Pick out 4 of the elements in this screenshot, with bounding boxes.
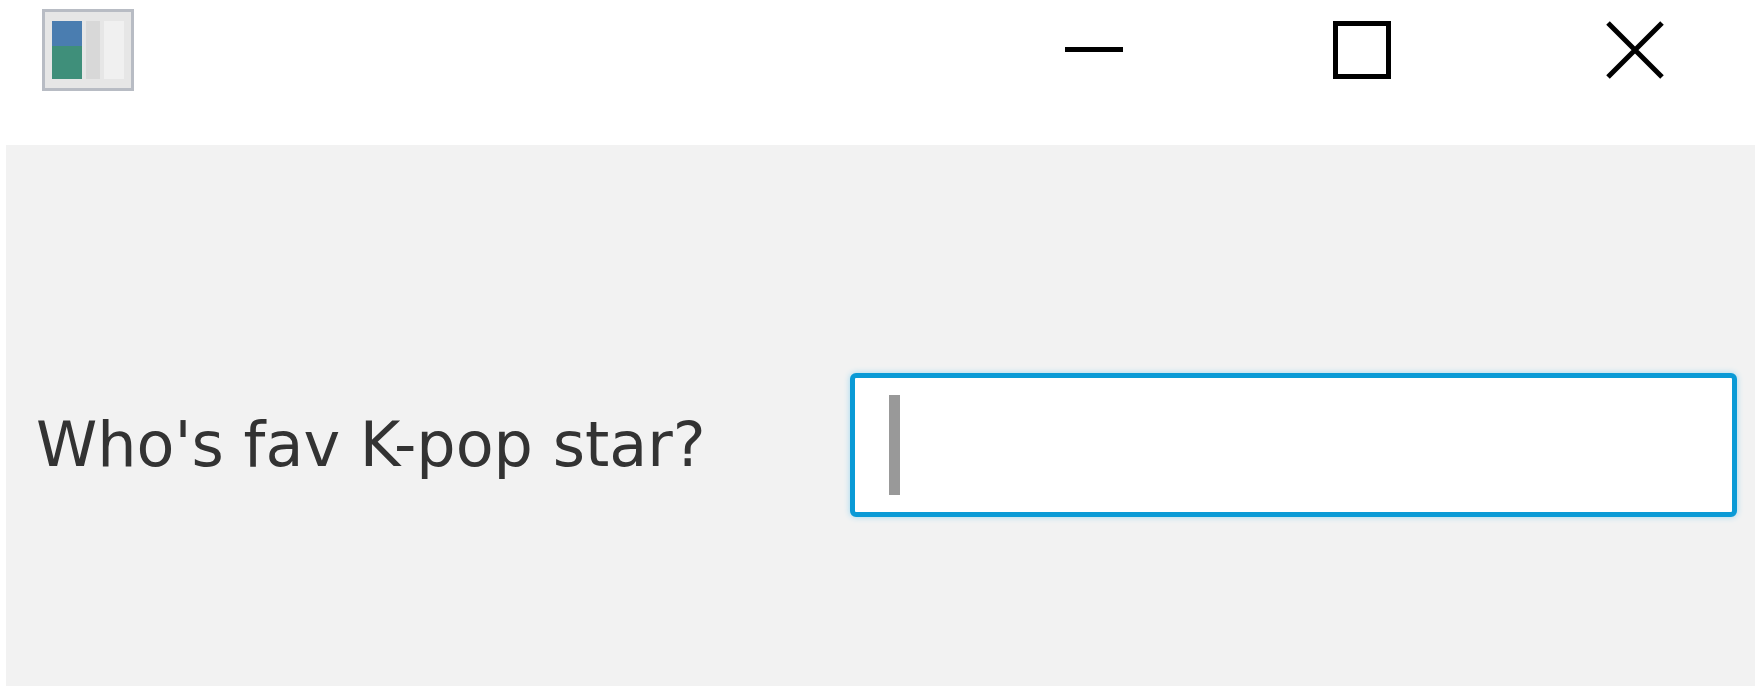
minimize-icon <box>1065 47 1123 53</box>
prompt-label: Who's fav K-pop star? <box>36 408 706 481</box>
answer-field[interactable] <box>850 372 1737 517</box>
app-icon <box>42 9 134 91</box>
